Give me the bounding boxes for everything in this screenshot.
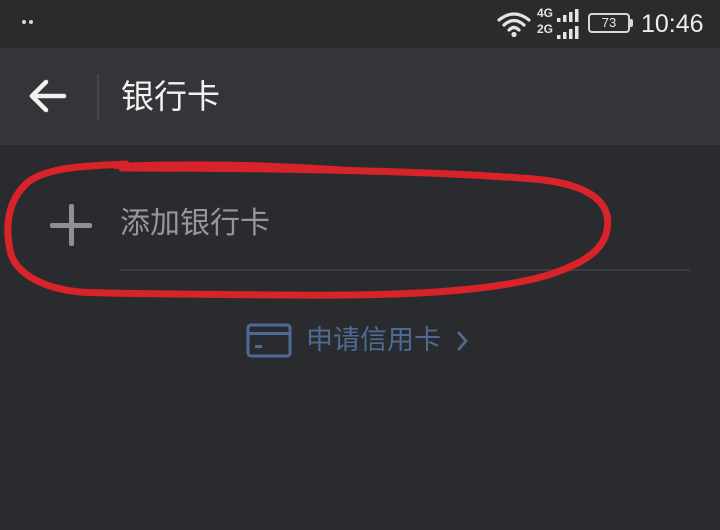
status-bar: 4G 2G 73 10:46 — [0, 0, 720, 48]
notification-dots-icon — [22, 20, 38, 26]
apply-credit-card-link[interactable]: 申请信用卡 — [246, 320, 482, 362]
status-time: 10:46 — [641, 10, 704, 38]
plus-icon — [50, 204, 92, 246]
apply-credit-card-label: 申请信用卡 — [306, 325, 441, 356]
add-bank-card-button[interactable]: 添加银行卡 — [0, 171, 720, 271]
back-button[interactable] — [16, 68, 80, 124]
battery-icon: 73 — [588, 13, 630, 33]
signal-icon — [557, 9, 579, 39]
wifi-icon — [497, 12, 531, 38]
header-divider — [97, 74, 99, 120]
network-type-labels: 4G 2G — [537, 6, 559, 40]
battery-level: 73 — [601, 15, 617, 30]
page-title: 银行卡 — [121, 77, 220, 116]
card-icon — [246, 323, 292, 358]
battery-terminal — [630, 19, 633, 27]
add-bank-card-label: 添加银行卡 — [120, 206, 270, 241]
app-header: 银行卡 — [0, 48, 720, 145]
list-divider — [120, 269, 690, 271]
network-type-primary: 4G — [537, 6, 554, 20]
chevron-right-icon — [457, 331, 468, 351]
wallet-bank-cards-screen: 4G 2G 73 10:46 银行卡 添加银行卡 申请信用卡 — [0, 0, 720, 530]
arrow-left-icon — [29, 79, 67, 113]
network-type-secondary: 2G — [537, 22, 554, 36]
